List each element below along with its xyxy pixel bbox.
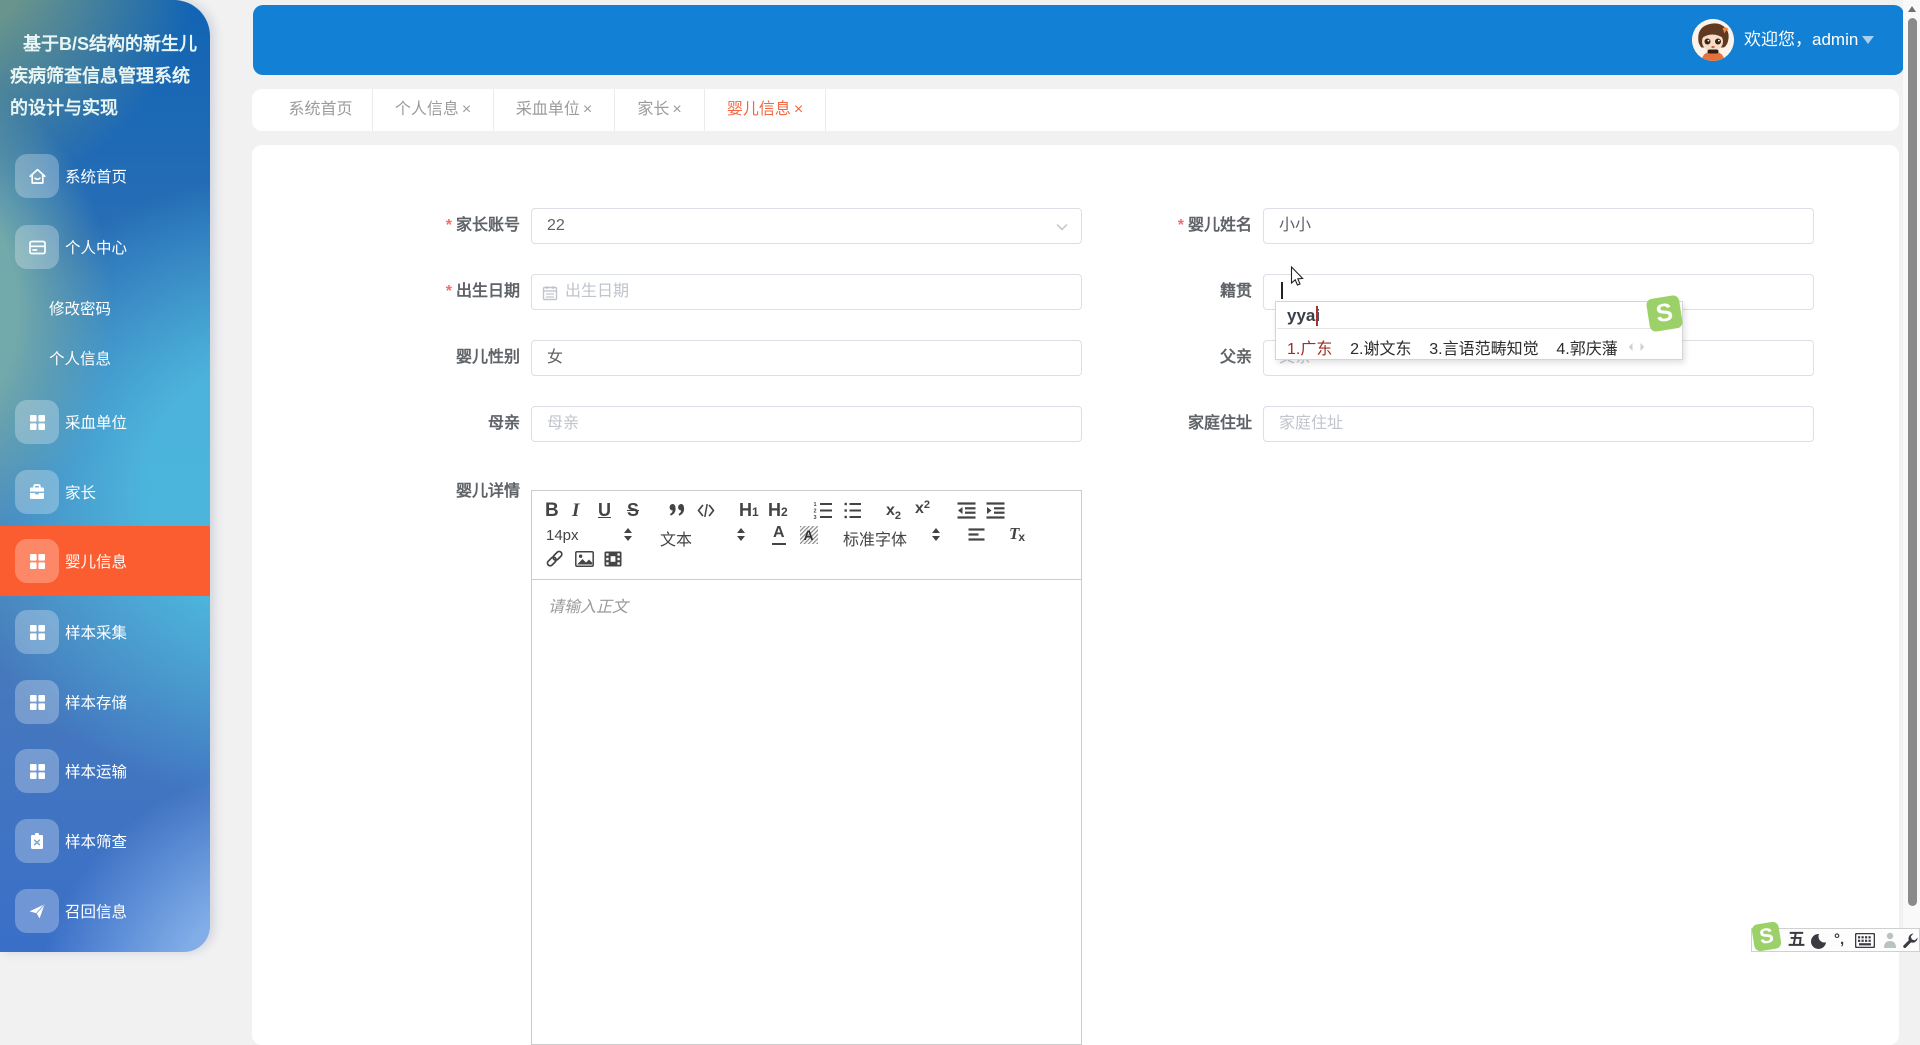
svg-text:2: 2 (814, 509, 817, 515)
svg-text:3: 3 (814, 515, 817, 520)
svg-text:1: 1 (814, 502, 817, 508)
svg-text:A: A (804, 527, 814, 543)
